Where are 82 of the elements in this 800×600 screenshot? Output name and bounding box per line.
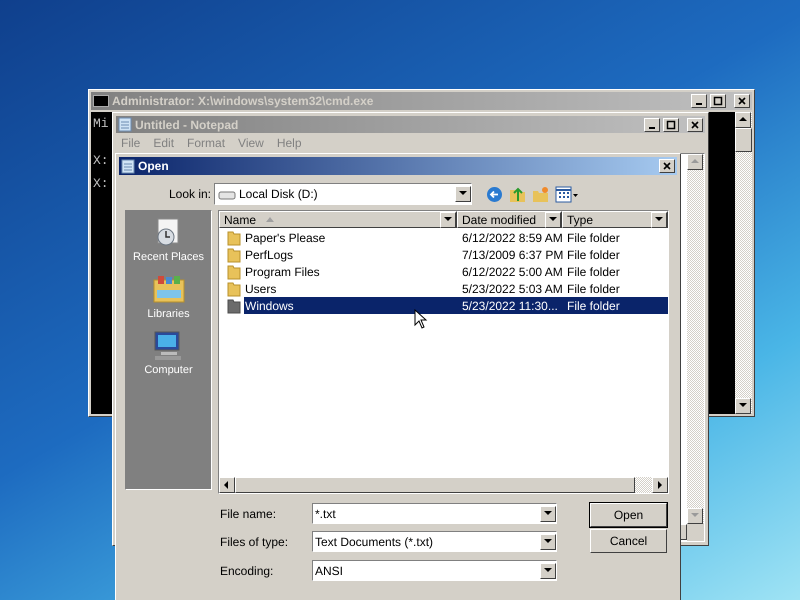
dialog-button[interactable]: Open	[590, 503, 667, 527]
close-button[interactable]	[734, 94, 750, 108]
file-name: Program Files	[244, 264, 321, 280]
date-modified: 7/13/2009 6:37 PM	[461, 246, 562, 263]
window-title: Untitled - Notepad	[135, 116, 240, 134]
file-row[interactable]: Windows 5/23/2022 11:30... File folder	[219, 297, 668, 314]
maximize-button[interactable]	[710, 94, 726, 108]
sort-ascending-icon	[266, 217, 274, 222]
folder-icon	[227, 230, 241, 246]
mouse-cursor-icon	[414, 309, 428, 329]
size-grip[interactable]	[687, 524, 704, 541]
file-row[interactable]: Paper's Please 6/12/2022 8:59 AM File folder	[219, 229, 668, 246]
library-folder-icon	[152, 274, 186, 306]
maximize-icon	[713, 96, 723, 106]
notepad-icon	[121, 158, 135, 174]
look-in-label: Look in:	[168, 186, 212, 203]
combo-box[interactable]: Text Documents (*.txt)	[312, 531, 557, 552]
file-name: Users	[244, 280, 278, 297]
close-button[interactable]	[687, 118, 703, 132]
folder-icon	[227, 246, 241, 262]
dropdown-arrow-button[interactable]	[540, 562, 556, 578]
scroll-up-button[interactable]	[687, 154, 703, 170]
maximize-button[interactable]	[663, 118, 679, 132]
minimize-button[interactable]	[691, 94, 707, 108]
file-type: File folder	[566, 230, 621, 246]
file-row[interactable]: PerfLogs 7/13/2009 6:37 PM File folder	[219, 246, 668, 263]
console-text: Mi	[93, 116, 109, 132]
dropdown-arrow-button[interactable]	[540, 534, 556, 550]
dialog-button[interactable]: Cancel	[590, 529, 667, 553]
look-in-dropdown[interactable]: Local Disk (D:)	[214, 183, 472, 205]
scroll-down-button[interactable]	[735, 398, 751, 414]
folder-icon	[227, 264, 241, 280]
close-icon	[662, 161, 672, 171]
scroll-down-button[interactable]	[687, 508, 703, 524]
scroll-left-button[interactable]	[219, 477, 235, 493]
maximize-icon	[666, 120, 676, 130]
console-text: X:	[93, 153, 109, 169]
file-type: File folder	[566, 264, 621, 280]
file-row[interactable]: Program Files 6/12/2022 5:00 AM File folder	[219, 263, 668, 280]
console-text: X:	[93, 176, 109, 192]
window-title: Open	[138, 158, 170, 175]
field-label: Files of type:	[219, 534, 290, 550]
date-modified: 6/12/2022 8:59 AM	[461, 230, 562, 246]
console-icon	[93, 95, 109, 107]
close-icon	[690, 120, 700, 130]
right-arrow-icon	[655, 480, 665, 490]
close-icon	[737, 96, 747, 106]
close-button[interactable]	[659, 159, 675, 173]
folder-icon	[227, 298, 241, 314]
field-label: Encoding:	[219, 562, 274, 580]
scroll-thumb[interactable]	[735, 128, 752, 152]
column-header[interactable]: Type	[562, 211, 668, 228]
combo-box[interactable]: *.txt	[312, 503, 557, 524]
file-type: File folder	[566, 280, 621, 297]
minimize-icon	[649, 126, 655, 128]
dropdown-arrow-button[interactable]	[455, 186, 471, 202]
notepad-icon	[118, 117, 132, 132]
dropdown-arrow-button[interactable]	[540, 506, 556, 522]
file-name: Windows	[244, 297, 457, 314]
places-item[interactable]: Libraries	[147, 274, 190, 322]
minimize-icon	[696, 103, 702, 105]
scroll-right-button[interactable]	[652, 477, 668, 493]
column-header[interactable]: Date modified	[457, 211, 562, 228]
scroll-up-button[interactable]	[735, 112, 751, 128]
date-modified: 6/12/2022 5:00 AM	[461, 264, 562, 280]
file-row[interactable]: Users 5/23/2022 5:03 AM File folder	[219, 280, 668, 297]
back-icon[interactable]	[486, 186, 503, 202]
window-title: Administrator: X:\windows\system32\cmd.exe	[112, 93, 374, 110]
field-label: File name:	[219, 506, 278, 522]
file-name: Paper's Please	[244, 230, 326, 246]
folder-icon	[227, 280, 241, 296]
file-type: File folder	[562, 297, 668, 314]
file-type: File folder	[566, 246, 621, 263]
minimize-button[interactable]	[644, 118, 660, 132]
places-item[interactable]: Computer	[144, 330, 193, 378]
combo-box[interactable]: ANSI	[312, 560, 557, 581]
column-header[interactable]: Name	[219, 211, 457, 228]
file-name: PerfLogs	[244, 246, 294, 263]
date-modified: 5/23/2022 11:30...	[457, 297, 562, 314]
places-item[interactable]: Recent Places	[133, 217, 204, 266]
date-modified: 5/23/2022 5:03 AM	[461, 280, 562, 297]
view-menu-icon[interactable]	[555, 186, 579, 202]
